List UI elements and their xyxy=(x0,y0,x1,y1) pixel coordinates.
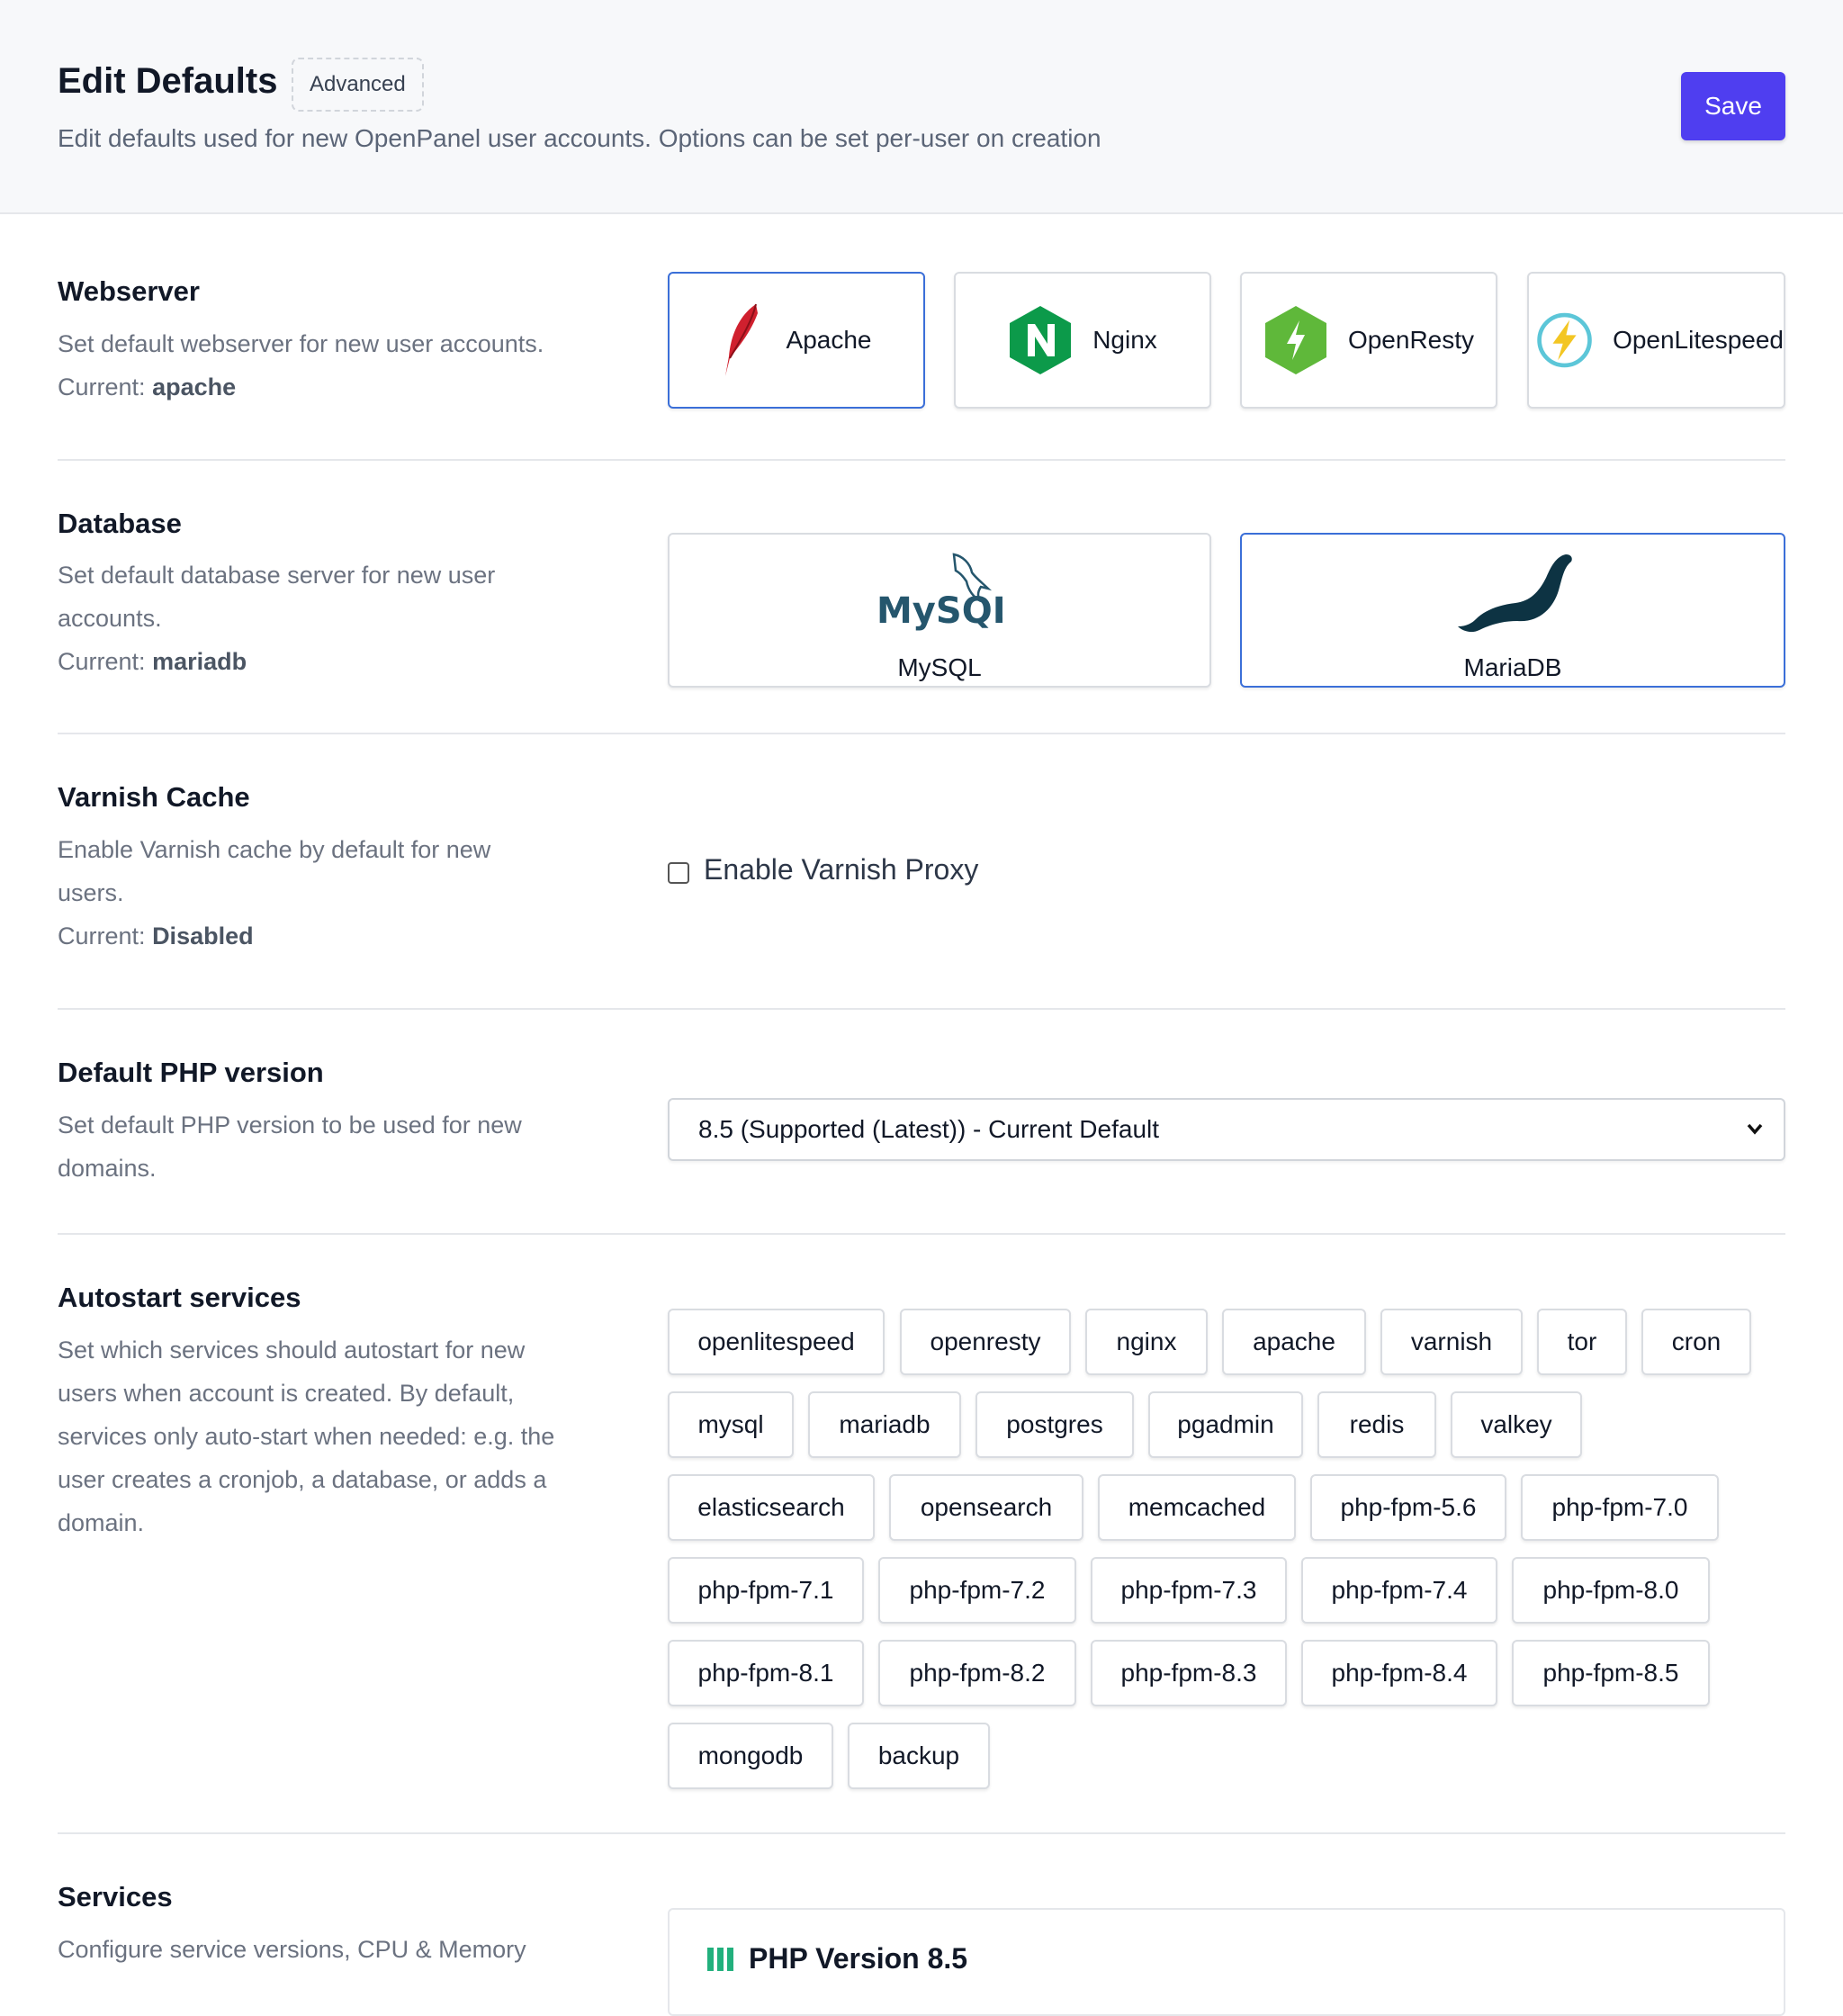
divider xyxy=(58,459,1785,461)
service-pill-backup[interactable]: backup xyxy=(848,1723,990,1789)
mariadb-seal-icon xyxy=(1458,554,1572,633)
openresty-icon xyxy=(1264,306,1326,374)
database-description-text: Set default database server for new user… xyxy=(58,562,496,632)
php-title: Default PHP version xyxy=(58,1057,324,1088)
page-description: Edit defaults used for new OpenPanel use… xyxy=(58,124,1101,152)
save-button[interactable]: Save xyxy=(1681,72,1785,140)
database-option-mariadb[interactable]: MariaDB xyxy=(1240,533,1785,688)
database-option-label: MySQL xyxy=(897,653,982,681)
php-version-select[interactable]: 8.5 (Supported (Latest)) - Current Defau… xyxy=(668,1098,1785,1161)
service-pill-opensearch[interactable]: opensearch xyxy=(889,1474,1083,1541)
varnish-current: Current: Disabled xyxy=(58,914,562,958)
webserver-title: Webserver xyxy=(58,275,200,307)
divider xyxy=(58,1008,1785,1010)
php-bars-icon xyxy=(707,1947,733,1971)
current-label: Current: xyxy=(58,374,146,400)
php-service-card: PHP Version 8.5 xyxy=(668,1908,1785,2016)
service-pill-apache[interactable]: apache xyxy=(1222,1309,1366,1375)
services-description: Configure service versions, CPU & Memory xyxy=(58,1936,526,1963)
database-option-mysql[interactable]: MySQL MySQL xyxy=(668,533,1211,688)
page-header: Edit Defaults Advanced Edit defaults use… xyxy=(0,0,1843,214)
webserver-option-openresty[interactable]: OpenResty xyxy=(1240,272,1497,409)
service-pill-php-fpm-8-0[interactable]: php-fpm-8.0 xyxy=(1512,1557,1710,1624)
apache-feather-icon xyxy=(724,303,758,376)
nginx-icon xyxy=(1010,306,1072,374)
service-pill-postgres[interactable]: postgres xyxy=(975,1391,1134,1458)
php-card-title: PHP Version 8.5 xyxy=(706,1942,967,1976)
current-value: mariadb xyxy=(152,648,247,675)
openlitespeed-icon xyxy=(1537,312,1592,368)
webserver-description: Set default webserver for new user accou… xyxy=(58,322,562,409)
php-version-selected: 8.5 (Supported (Latest)) - Current Defau… xyxy=(698,1115,1160,1143)
service-pill-nginx[interactable]: nginx xyxy=(1085,1309,1208,1375)
service-pill-php-fpm-8-2[interactable]: php-fpm-8.2 xyxy=(878,1640,1076,1706)
webserver-option-label: OpenLitespeed xyxy=(1613,326,1784,354)
services-title: Services xyxy=(58,1881,173,1912)
php-card-title-text: PHP Version 8.5 xyxy=(749,1942,968,1975)
service-pill-php-fpm-8-3[interactable]: php-fpm-8.3 xyxy=(1091,1640,1287,1706)
service-pill-php-fpm-8-4[interactable]: php-fpm-8.4 xyxy=(1301,1640,1497,1706)
varnish-title: Varnish Cache xyxy=(58,781,250,813)
webserver-option-label: OpenResty xyxy=(1347,326,1475,354)
varnish-checkbox-label[interactable]: Enable Varnish Proxy xyxy=(704,853,978,886)
current-label: Current: xyxy=(58,648,146,675)
database-option-label: MariaDB xyxy=(1463,653,1562,681)
divider xyxy=(58,1832,1785,1834)
mysql-dolphin-icon: MySQL xyxy=(877,553,1002,632)
database-title: Database xyxy=(58,508,182,539)
service-pill-pgadmin[interactable]: pgadmin xyxy=(1148,1391,1303,1458)
varnish-description: Enable Varnish cache by default for new … xyxy=(58,828,562,958)
advanced-badge[interactable]: Advanced xyxy=(292,58,424,112)
service-pill-php-fpm-8-5[interactable]: php-fpm-8.5 xyxy=(1512,1640,1710,1706)
webserver-option-nginx[interactable]: Nginx xyxy=(954,272,1211,409)
varnish-checkbox[interactable] xyxy=(668,862,689,884)
autostart-title: Autostart services xyxy=(58,1282,301,1313)
mysql-logo-text: MySQL xyxy=(877,590,1002,632)
webserver-current: Current: apache xyxy=(58,365,562,409)
service-pill-php-fpm-7-4[interactable]: php-fpm-7.4 xyxy=(1301,1557,1497,1624)
service-pill-openresty[interactable]: openresty xyxy=(900,1309,1071,1375)
current-label: Current: xyxy=(58,922,146,950)
service-pill-mariadb[interactable]: mariadb xyxy=(808,1391,961,1458)
current-value: apache xyxy=(152,374,237,400)
service-pill-php-fpm-7-0[interactable]: php-fpm-7.0 xyxy=(1521,1474,1719,1541)
divider xyxy=(58,1233,1785,1235)
webserver-description-text: Set default webserver for new user accou… xyxy=(58,330,544,357)
current-value: Disabled xyxy=(152,922,254,950)
webserver-option-apache[interactable]: Apache xyxy=(668,272,925,409)
service-pill-memcached[interactable]: memcached xyxy=(1098,1474,1296,1541)
service-pill-php-fpm-8-1[interactable]: php-fpm-8.1 xyxy=(668,1640,864,1706)
service-pill-openlitespeed[interactable]: openlitespeed xyxy=(668,1309,885,1375)
webserver-option-openlitespeed[interactable]: OpenLitespeed xyxy=(1527,272,1785,409)
service-pill-mongodb[interactable]: mongodb xyxy=(668,1723,833,1789)
webserver-option-label: Nginx xyxy=(1092,326,1157,354)
divider xyxy=(58,733,1785,734)
chevron-down-icon xyxy=(1746,1100,1764,1183)
service-pill-elasticsearch[interactable]: elasticsearch xyxy=(668,1474,875,1541)
service-pill-php-fpm-7-2[interactable]: php-fpm-7.2 xyxy=(878,1557,1076,1624)
service-pill-varnish[interactable]: varnish xyxy=(1380,1309,1523,1375)
service-pill-tor[interactable]: tor xyxy=(1537,1309,1627,1375)
service-pill-cron[interactable]: cron xyxy=(1641,1309,1751,1375)
service-pill-redis[interactable]: redis xyxy=(1317,1391,1436,1458)
varnish-description-text: Enable Varnish cache by default for new … xyxy=(58,836,491,906)
webserver-option-label: Apache xyxy=(786,326,872,354)
service-pill-mysql[interactable]: mysql xyxy=(668,1391,794,1458)
page-title: Edit Defaults xyxy=(58,61,278,101)
service-pill-valkey[interactable]: valkey xyxy=(1451,1391,1582,1458)
service-pill-php-fpm-7-3[interactable]: php-fpm-7.3 xyxy=(1091,1557,1287,1624)
service-pill-php-fpm-5-6[interactable]: php-fpm-5.6 xyxy=(1310,1474,1506,1541)
database-description: Set default database server for new user… xyxy=(58,554,562,683)
autostart-description: Set which services should autostart for … xyxy=(58,1336,555,1536)
service-pill-php-fpm-7-1[interactable]: php-fpm-7.1 xyxy=(668,1557,864,1624)
database-current: Current: mariadb xyxy=(58,640,562,683)
php-description: Set default PHP version to be used for n… xyxy=(58,1112,522,1182)
